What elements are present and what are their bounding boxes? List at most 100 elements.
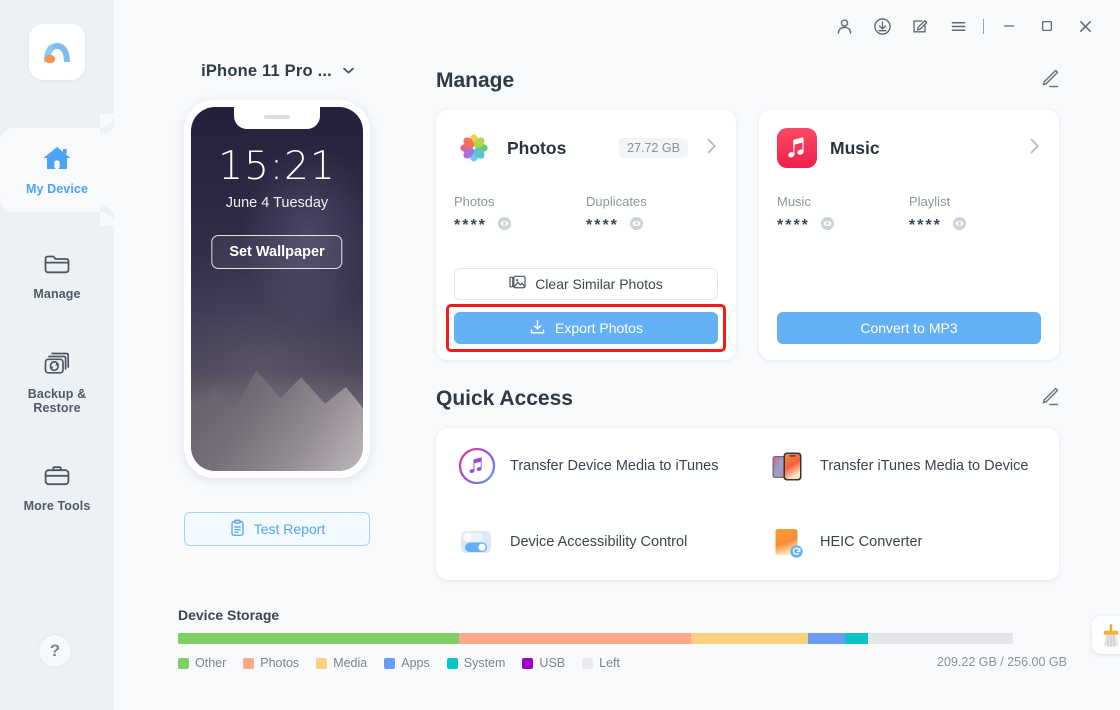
photos-card-header: Photos 27.72 GB xyxy=(454,126,718,170)
manage-title: Manage xyxy=(436,69,515,92)
devices-transfer-icon xyxy=(768,447,806,485)
phone-screen: 15:21 June 4 Tuesday Set Wallpaper xyxy=(191,107,363,471)
stat-label: Music xyxy=(777,194,811,209)
stat-value-row: **** xyxy=(909,216,1041,236)
stat-value: **** xyxy=(586,217,619,234)
account-icon[interactable] xyxy=(825,9,863,43)
sidebar-item-my-device[interactable]: My Device xyxy=(0,114,114,226)
photos-size-badge: 27.72 GB xyxy=(619,138,688,158)
minitool-mobile-logo-icon xyxy=(44,43,70,64)
sidebar-item-label: More Tools xyxy=(23,498,91,513)
pencil-icon[interactable] xyxy=(1035,64,1064,98)
minimize-button[interactable] xyxy=(990,9,1028,43)
home-icon xyxy=(42,145,72,176)
stat-value: **** xyxy=(777,217,810,234)
help-button[interactable]: ? xyxy=(38,634,72,668)
lockscreen-date: June 4 Tuesday xyxy=(225,195,329,211)
music-stats: Music **** Playlist **** xyxy=(777,194,1041,236)
similar-photos-icon xyxy=(509,275,526,293)
titlebar-divider xyxy=(983,18,984,34)
stat-label: Playlist xyxy=(909,194,951,209)
maximize-button[interactable] xyxy=(1028,9,1066,43)
sidebar-item-backup-restore[interactable]: Backup & Restore xyxy=(0,340,114,424)
pencil-icon[interactable] xyxy=(1035,382,1064,416)
quick-access-item-transfer-itunes-media-to-device[interactable]: Transfer iTunes Media to Device xyxy=(768,447,1081,485)
device-storage: Device Storage Other Photos Media Apps Syste… xyxy=(178,607,1120,670)
sidebar-item-manage[interactable]: Manage xyxy=(0,234,114,318)
backup-restore-icon xyxy=(43,350,71,381)
quick-access-panel: Transfer Device Media to iTunes Transfer… xyxy=(436,428,1059,580)
legend-label: Left xyxy=(599,656,620,670)
legend-label: Photos xyxy=(260,656,300,670)
device-name: iPhone 11 Pro ... xyxy=(201,61,332,80)
stat-label: Duplicates xyxy=(586,194,647,209)
music-app-icon xyxy=(777,128,817,168)
legend-item-photos: Photos xyxy=(243,656,299,670)
storage-segment-other xyxy=(178,633,459,644)
download-icon[interactable] xyxy=(863,9,901,43)
close-button[interactable] xyxy=(1066,9,1104,43)
device-selector[interactable]: iPhone 11 Pro ... xyxy=(178,58,378,84)
stat-music: Music **** xyxy=(777,194,909,236)
eye-icon[interactable] xyxy=(629,216,644,236)
legend-item-usb: USB xyxy=(522,656,565,670)
export-photos-label: Export Photos xyxy=(555,320,643,336)
broom-icon[interactable] xyxy=(1092,616,1120,654)
quick-access-item-device-accessibility-control[interactable]: Device Accessibility Control xyxy=(458,523,768,561)
sidebar: My Device Manage Backup & Restore More T… xyxy=(0,0,114,710)
chevron-right-icon[interactable] xyxy=(1028,136,1041,160)
itunes-icon xyxy=(458,447,496,485)
music-card[interactable]: Music Music **** Playlist **** Convert t… xyxy=(759,110,1059,360)
legend-item-left: Left xyxy=(582,656,620,670)
test-report-button[interactable]: Test Report xyxy=(184,512,370,546)
manage-cards: Photos 27.72 GB Photos **** Duplicates *… xyxy=(436,110,1080,360)
convert-to-mp3-button[interactable]: Convert to MP3 xyxy=(777,312,1041,344)
legend-label: USB xyxy=(539,656,566,670)
legend-swatch xyxy=(316,657,328,669)
content-area: Manage Photos 27.72 GB Photos **** Dupli… xyxy=(436,64,1080,580)
export-icon xyxy=(529,319,546,338)
quick-access-label: Transfer iTunes Media to Device xyxy=(820,458,1029,474)
stat-duplicates: Duplicates **** xyxy=(586,194,718,236)
quick-access-item-heic-converter[interactable]: HEIC Converter xyxy=(768,523,1081,561)
test-report-label: Test Report xyxy=(253,521,326,537)
manage-section-header: Manage xyxy=(436,64,1064,98)
quick-access-item-transfer-device-media-to-itunes[interactable]: Transfer Device Media to iTunes xyxy=(458,447,768,485)
set-wallpaper-button[interactable]: Set Wallpaper xyxy=(211,235,343,269)
stat-value: **** xyxy=(454,217,487,234)
storage-bar[interactable] xyxy=(178,633,1013,644)
legend-swatch xyxy=(384,657,396,669)
music-card-title: Music xyxy=(830,137,880,158)
feedback-icon[interactable] xyxy=(901,9,939,43)
lockscreen-time: 15:21 xyxy=(218,144,336,189)
legend-swatch xyxy=(522,657,534,669)
clear-similar-photos-button[interactable]: Clear Similar Photos xyxy=(454,268,718,300)
menu-icon[interactable] xyxy=(939,9,977,43)
eye-icon[interactable] xyxy=(497,216,512,236)
eye-icon[interactable] xyxy=(820,216,835,236)
legend-item-other: Other xyxy=(178,656,226,670)
photos-app-icon xyxy=(454,128,494,168)
chevron-down-icon xyxy=(342,62,355,80)
legend-swatch xyxy=(446,657,458,669)
quick-access-title: Quick Access xyxy=(436,387,573,410)
notch-speaker xyxy=(264,115,290,119)
stat-value-row: **** xyxy=(586,216,718,236)
sidebar-item-label: Manage xyxy=(33,286,81,301)
stat-value: **** xyxy=(909,217,942,234)
legend-label: Media xyxy=(333,656,368,670)
legend-item-apps: Apps xyxy=(384,656,430,670)
photos-card[interactable]: Photos 27.72 GB Photos **** Duplicates *… xyxy=(436,110,736,360)
sidebar-item-more-tools[interactable]: More Tools xyxy=(0,446,114,530)
eye-icon[interactable] xyxy=(952,216,967,236)
folder-icon xyxy=(43,252,71,281)
legend-swatch xyxy=(582,657,594,669)
quick-access-label: Device Accessibility Control xyxy=(510,534,688,550)
storage-segment-photos xyxy=(458,633,691,644)
stat-value-row: **** xyxy=(777,216,909,236)
legend-item-system: System xyxy=(446,656,505,670)
legend-label: Apps xyxy=(401,656,430,670)
export-photos-button[interactable]: Export Photos xyxy=(454,312,718,344)
chevron-right-icon[interactable] xyxy=(705,136,718,160)
stat-value-row: **** xyxy=(454,216,586,236)
